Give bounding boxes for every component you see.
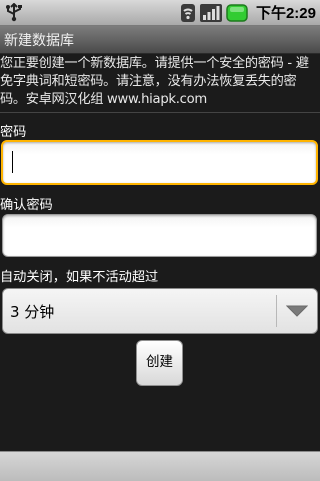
description-text: 您正要创建一个新数据库。请提供一个安全的密码 - 避免字典词和短密码。请注意，没… xyxy=(0,56,309,107)
usb-icon xyxy=(6,3,22,22)
auto-close-spinner[interactable]: 3 分钟 xyxy=(2,288,318,334)
clock: 下午2:29 xyxy=(255,5,316,22)
create-button[interactable]: 创建 xyxy=(136,340,183,386)
page-title: 新建数据库 xyxy=(4,33,74,49)
divider xyxy=(0,112,320,113)
battery-icon xyxy=(226,3,248,22)
signal-icon xyxy=(199,3,222,22)
confirm-password-field[interactable] xyxy=(2,214,317,257)
bottom-bar xyxy=(0,451,320,481)
auto-close-label: 自动关闭，如果不活动超过 xyxy=(0,270,159,285)
auto-close-selected-value: 3 分钟 xyxy=(10,303,55,321)
wifi-icon xyxy=(180,3,195,22)
status-bar: 下午2:29 xyxy=(0,0,320,26)
title-bar: 新建数据库 xyxy=(0,26,320,54)
confirm-password-label: 确认密码 xyxy=(0,198,53,213)
text-caret xyxy=(12,151,13,173)
password-field[interactable] xyxy=(1,140,318,185)
chevron-down-icon xyxy=(286,305,308,317)
spinner-separator xyxy=(276,295,277,327)
password-label: 密码 xyxy=(0,125,27,140)
